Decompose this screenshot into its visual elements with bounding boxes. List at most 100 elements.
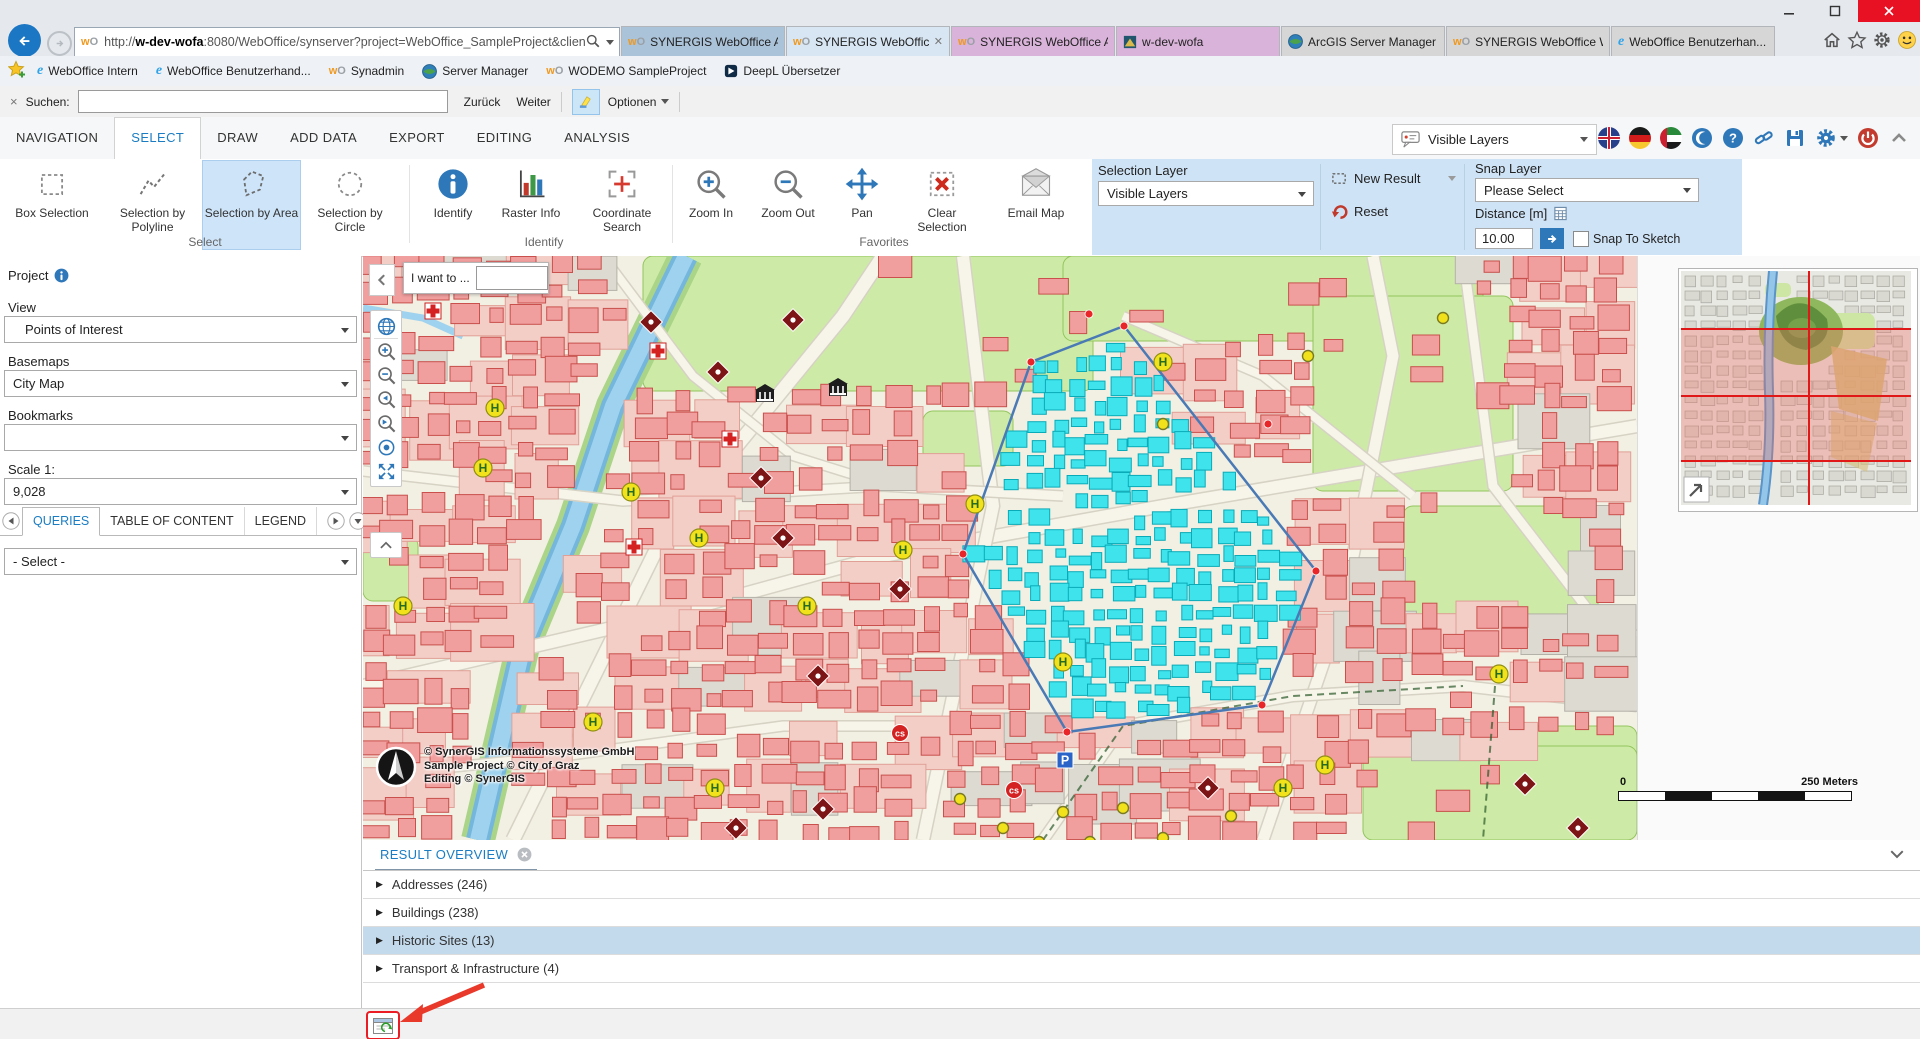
- share-link-icon[interactable]: [1753, 127, 1775, 149]
- chevron-down-icon[interactable]: [1888, 848, 1906, 866]
- ribbon-tab-analysis[interactable]: ANALYSIS: [548, 117, 646, 159]
- snap-to-sketch-checkbox[interactable]: [1573, 231, 1589, 247]
- browser-tab[interactable]: wOSYNERGIS WebOffice Ad...: [621, 26, 785, 56]
- favorites-star-icon[interactable]: [1847, 30, 1867, 55]
- sidebar-tab-l[interactable]: L: [317, 507, 325, 535]
- logout-power-icon[interactable]: [1857, 127, 1879, 149]
- ribbon-button-box-selection[interactable]: Box Selection: [2, 161, 102, 249]
- ribbon-button-zoom-out[interactable]: Zoom Out: [748, 161, 828, 249]
- search-dropdown-caret[interactable]: [606, 40, 614, 45]
- browser-tab[interactable]: wOSYNERGIS WebOffice ...✕: [786, 26, 950, 56]
- add-favorite-icon[interactable]: [8, 60, 27, 82]
- ribbon-tab-select[interactable]: SELECT: [114, 117, 201, 160]
- favorite-link[interactable]: Server Manager: [422, 64, 528, 79]
- browser-tab[interactable]: ArcGIS Server Manager: [1281, 26, 1445, 56]
- ribbon-tab-navigation[interactable]: NAVIGATION: [0, 117, 114, 159]
- map-tool-locate-icon[interactable]: [374, 435, 398, 459]
- close-button[interactable]: [1858, 0, 1920, 22]
- favorite-link[interactable]: wOSynadmin: [329, 64, 405, 78]
- map-tool-previous-extent-icon[interactable]: [374, 387, 398, 411]
- new-result-button[interactable]: New Result: [1331, 170, 1456, 187]
- info-icon[interactable]: [54, 268, 69, 283]
- result-group-row[interactable]: ▶Transport & Infrastructure (4): [363, 955, 1920, 983]
- language-arabic-icon[interactable]: [1660, 127, 1682, 149]
- home-icon[interactable]: [1822, 30, 1842, 55]
- browser-tab[interactable]: wOSYNERGIS WebOffice Ad...: [951, 26, 1115, 56]
- i-want-to-box[interactable]: I want to ...: [403, 262, 549, 294]
- overview-map[interactable]: [1678, 268, 1918, 512]
- close-icon[interactable]: [517, 847, 532, 862]
- map-tool-zoom-in-icon[interactable]: [374, 339, 398, 363]
- map-tool-next-extent-icon[interactable]: [374, 411, 398, 435]
- settings-gear-icon[interactable]: [1815, 127, 1848, 149]
- tabs-scroll-right-icon[interactable]: [327, 512, 345, 530]
- save-icon[interactable]: [1784, 127, 1806, 149]
- forward-button[interactable]: [47, 31, 72, 56]
- ribbon-button-selection-by-circle[interactable]: Selection by Circle: [302, 161, 398, 249]
- result-group-row[interactable]: ▶Buildings (238): [363, 899, 1920, 927]
- gear-icon[interactable]: [1872, 30, 1892, 55]
- help-icon[interactable]: ?: [1722, 127, 1744, 149]
- browser-tab[interactable]: wOSYNERGIS WebOffice W...: [1446, 26, 1610, 56]
- ribbon-tab-draw[interactable]: DRAW: [201, 117, 274, 159]
- basemaps-dropdown[interactable]: City Map: [4, 370, 357, 397]
- result-group-row[interactable]: ▶Historic Sites (13): [363, 927, 1920, 955]
- query-select-dropdown[interactable]: - Select -: [4, 548, 357, 575]
- search-icon[interactable]: [586, 34, 600, 51]
- find-close-icon[interactable]: ×: [10, 94, 18, 109]
- bookmarks-dropdown[interactable]: [4, 424, 357, 451]
- sidebar-tab-queries[interactable]: QUERIES: [22, 507, 100, 536]
- ribbon-tab-export[interactable]: EXPORT: [373, 117, 461, 159]
- ribbon-button-email-map[interactable]: Email Map: [988, 161, 1084, 249]
- find-options-caret[interactable]: [661, 99, 669, 104]
- sidebar-tab-table-of-content[interactable]: TABLE OF CONTENT: [100, 507, 244, 535]
- ribbon-tab-add-data[interactable]: ADD DATA: [274, 117, 373, 159]
- favorite-link[interactable]: wOWODEMO SampleProject: [546, 64, 706, 78]
- snap-layer-dropdown[interactable]: Please Select: [1475, 178, 1699, 202]
- browser-tab[interactable]: w-dev-wofa: [1116, 26, 1280, 56]
- map-viewport[interactable]: HHHHHHHHHHHHHHHPcscs I want to ... © Syn…: [363, 256, 1637, 840]
- tabs-scroll-left-icon[interactable]: [2, 512, 20, 530]
- favorite-link[interactable]: eWebOffice Benutzerhand...: [156, 63, 311, 79]
- open-result-window-icon[interactable]: [373, 1018, 393, 1034]
- ribbon-button-selection-by-polyline[interactable]: Selection by Polyline: [104, 161, 201, 249]
- find-input[interactable]: [78, 90, 448, 113]
- expand-triangle-icon[interactable]: ▶: [376, 935, 383, 946]
- collapse-panel-button[interactable]: [369, 264, 395, 296]
- scale-dropdown[interactable]: 9,028: [4, 478, 357, 505]
- ribbon-button-clear-selection[interactable]: Clear Selection: [904, 161, 980, 249]
- ribbon-tab-editing[interactable]: EDITING: [461, 117, 549, 159]
- minimize-button[interactable]: [1766, 0, 1812, 22]
- view-dropdown[interactable]: Points of Interest: [4, 316, 357, 343]
- find-next-button[interactable]: Weiter: [516, 95, 550, 109]
- apply-distance-button[interactable]: [1540, 228, 1564, 249]
- favorite-link[interactable]: DeepL Übersetzer: [724, 64, 840, 78]
- expand-triangle-icon[interactable]: ▶: [376, 963, 383, 974]
- selection-layer-dropdown[interactable]: Visible Layers: [1098, 181, 1314, 206]
- url-bar[interactable]: wO http://w-dev-wofa:8080/WebOffice/syns…: [74, 27, 620, 57]
- visible-layers-dropdown[interactable]: Visible Layers: [1392, 124, 1597, 155]
- browser-tab[interactable]: eWebOffice Benutzerhan...: [1611, 26, 1775, 56]
- map-tool-full-extent-icon[interactable]: [374, 459, 398, 483]
- result-group-row[interactable]: ▶Addresses (246): [363, 871, 1920, 899]
- feedback-smiley-icon[interactable]: [1897, 30, 1917, 55]
- ribbon-button-zoom-in[interactable]: Zoom In: [678, 161, 744, 249]
- map-tool-globe-icon[interactable]: [374, 314, 398, 339]
- expand-triangle-icon[interactable]: ▶: [376, 907, 383, 918]
- language-english-icon[interactable]: [1598, 127, 1620, 149]
- sidebar-tab-legend[interactable]: LEGEND: [245, 507, 317, 535]
- reset-button[interactable]: Reset: [1331, 203, 1388, 220]
- ribbon-button-coordinate-search[interactable]: Coordinate Search: [574, 161, 670, 249]
- distance-input[interactable]: [1475, 228, 1533, 249]
- find-back-button[interactable]: Zurück: [464, 95, 501, 109]
- map-toolbar-collapse[interactable]: [370, 532, 402, 558]
- tab-result-overview[interactable]: RESULT OVERVIEW: [375, 840, 537, 870]
- back-button[interactable]: [8, 24, 41, 57]
- expand-triangle-icon[interactable]: ▶: [376, 879, 383, 890]
- maximize-button[interactable]: [1812, 0, 1858, 22]
- night-mode-icon[interactable]: [1691, 127, 1713, 149]
- calculator-icon[interactable]: [1553, 206, 1568, 221]
- highlight-toggle[interactable]: [572, 89, 600, 115]
- i-want-to-input[interactable]: [476, 266, 548, 290]
- ribbon-button-identify[interactable]: Identify: [418, 161, 488, 249]
